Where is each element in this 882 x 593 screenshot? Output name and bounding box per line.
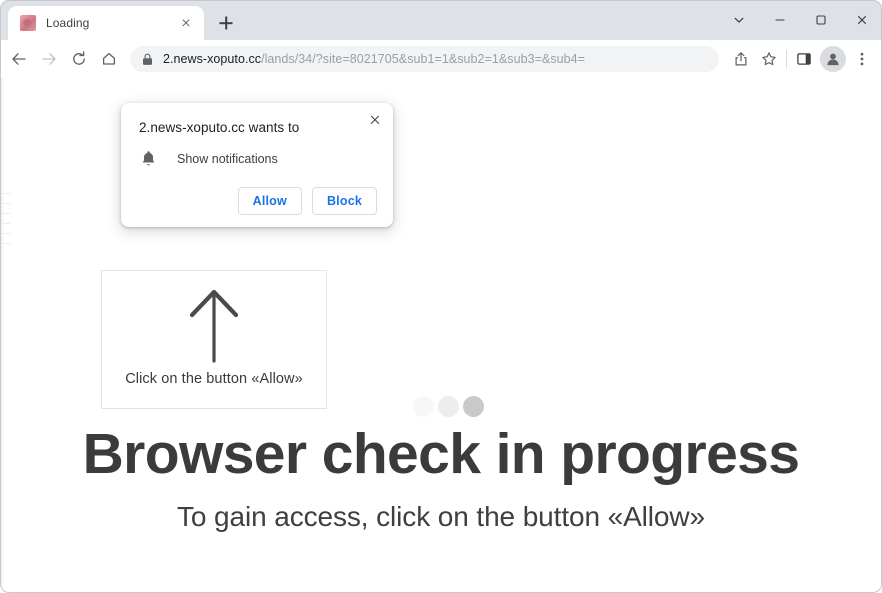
share-icon[interactable]	[727, 45, 755, 73]
close-dialog-icon[interactable]	[364, 109, 386, 131]
close-tab-icon[interactable]	[176, 13, 196, 33]
window-controls	[718, 0, 882, 40]
lock-icon	[142, 53, 154, 66]
toolbar-divider	[786, 50, 787, 68]
profile-avatar[interactable]	[820, 46, 846, 72]
back-button[interactable]	[4, 44, 34, 74]
new-tab-button[interactable]	[212, 9, 240, 37]
allow-button[interactable]: Allow	[237, 187, 302, 215]
loading-dots	[413, 396, 484, 417]
allow-hint-box: Click on the button «Allow»	[101, 270, 327, 409]
address-bar[interactable]: 2.news-xoputo.cc/lands/34/?site=8021705&…	[130, 46, 719, 72]
arrow-up-icon	[189, 289, 239, 363]
bookmark-star-icon[interactable]	[755, 45, 783, 73]
notification-permission-dialog: 2.news-xoputo.cc wants to Show notificat…	[121, 103, 393, 227]
permission-label: Show notifications	[177, 151, 278, 166]
headline-area: Browser check in progress To gain access…	[0, 422, 882, 533]
url-domain: 2.news-xoputo.cc	[163, 52, 262, 66]
browser-tab[interactable]: Loading	[8, 6, 204, 40]
side-panel-icon[interactable]	[790, 45, 818, 73]
tab-strip: Loading	[0, 0, 882, 40]
forward-button[interactable]	[34, 44, 64, 74]
permission-dialog-actions: Allow Block	[139, 187, 377, 215]
page-viewport: Click on the button «Allow» Browser chec…	[0, 78, 882, 593]
window-edge-ticks	[0, 193, 10, 283]
loading-dot	[463, 396, 484, 417]
maximize-icon[interactable]	[800, 0, 841, 40]
home-button[interactable]	[94, 44, 124, 74]
permission-row: Show notifications	[139, 150, 377, 167]
loading-dot	[438, 396, 459, 417]
minimize-icon[interactable]	[759, 0, 800, 40]
chrome-menu-icon[interactable]	[848, 45, 876, 73]
address-bar-url: 2.news-xoputo.cc/lands/34/?site=8021705&…	[163, 52, 585, 66]
block-button[interactable]: Block	[311, 187, 377, 215]
close-window-icon[interactable]	[841, 0, 882, 40]
browser-toolbar: 2.news-xoputo.cc/lands/34/?site=8021705&…	[0, 40, 882, 78]
allow-hint-text: Click on the button «Allow»	[125, 371, 303, 387]
tab-search-chevron-down-icon[interactable]	[718, 0, 759, 40]
page-title: Browser check in progress	[82, 422, 800, 486]
reload-button[interactable]	[64, 44, 94, 74]
permission-dialog-title: 2.news-xoputo.cc wants to	[139, 120, 300, 135]
site-favicon-icon	[20, 15, 36, 31]
url-path: /lands/34/?site=8021705&sub1=1&sub2=1&su…	[261, 52, 585, 66]
loading-dot	[413, 396, 434, 417]
page-subtitle: To gain access, click on the button «All…	[176, 500, 705, 532]
browser-window: Loading 2.news-xoputo.cc/lands/34/?site=…	[0, 0, 882, 593]
bell-icon	[141, 150, 159, 167]
tab-title: Loading	[46, 16, 90, 30]
